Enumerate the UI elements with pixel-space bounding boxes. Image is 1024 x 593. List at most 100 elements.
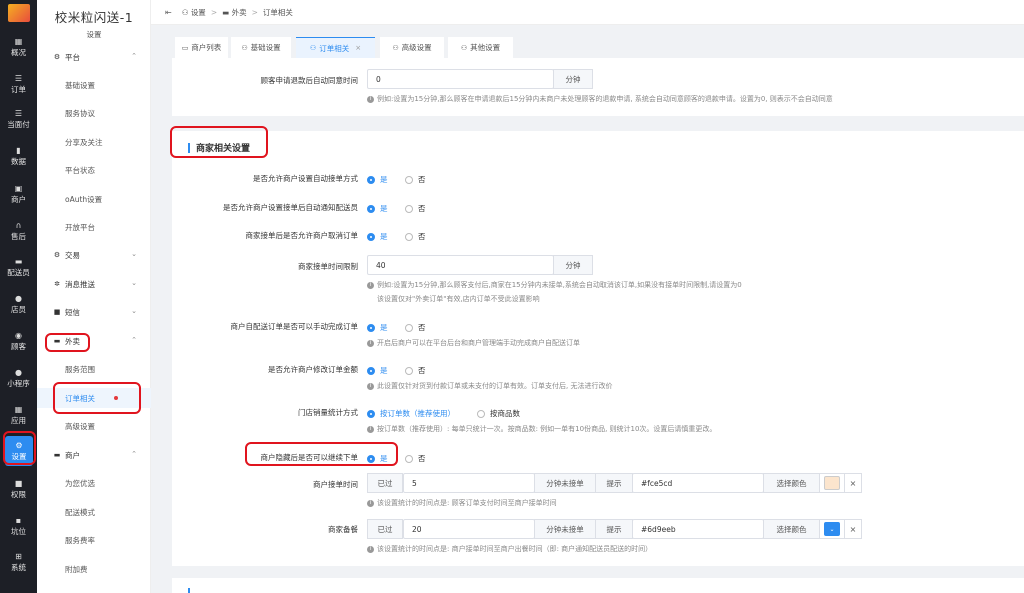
slot-icon: ▪ <box>15 515 22 525</box>
rail-item-permission[interactable]: ■ 权限 <box>0 474 37 504</box>
modify-amount-no-radio[interactable]: 否 <box>405 365 426 376</box>
rail-item-facepay[interactable]: ☰ 当面付 <box>0 104 37 134</box>
accept-time-input[interactable]: 5 <box>403 473 535 493</box>
sidebar-item-share-follow[interactable]: 分享及关注 <box>37 132 151 152</box>
sidebar-item-service-agreement[interactable]: 服务协议 <box>37 103 151 123</box>
accept-limit-label: 商家接单时间限制 <box>298 262 358 271</box>
refund-minutes-input[interactable]: 0 <box>367 69 554 89</box>
notify-courier-no-radio[interactable]: 否 <box>405 203 426 214</box>
store-icon: ▬ <box>53 451 61 459</box>
prep-meal-color-input[interactable]: #6d9eeb <box>632 519 764 539</box>
refund-hint: i 例如:设置为15分钟,那么顾客在申请退款后15分钟内未商户未处理顾客的退款申请… <box>367 94 833 104</box>
sidebar-section-trade[interactable]: ⚙ 交易 ⌄ <box>37 245 151 265</box>
user-icon: ⚇ <box>460 43 468 52</box>
radio-icon <box>405 366 413 375</box>
sidebar-section-push[interactable]: ✲ 消息推送 ⌄ <box>37 274 151 294</box>
sidebar-item-surcharge[interactable]: 附加费 <box>37 559 151 579</box>
chat-icon: ● <box>15 367 22 377</box>
radio-icon <box>405 175 413 184</box>
self-delivery-hint: i 开启后商户可以在平台后台和商户管理端手动完成商户自配送订单 <box>367 338 580 348</box>
sidebar-item-advanced[interactable]: 高级设置 <box>37 416 151 436</box>
prep-meal-prefix: 已过 <box>367 519 403 539</box>
breadcrumb-item-order-related: 订单相关 <box>262 7 293 17</box>
sidebar-item-service-rate[interactable]: 服务费率 <box>37 530 151 550</box>
tab-bar: ▭ 商户列表 ⚇ 基础设置 ⚇ 订单相关 × ⚇ 高级设置 ⚇ 其他设置 <box>151 25 1024 58</box>
close-icon[interactable]: × <box>355 44 361 52</box>
sms-icon: ■ <box>53 308 61 316</box>
tab-merchant-list[interactable]: ▭ 商户列表 <box>175 37 228 58</box>
tab-order-related[interactable]: ⚇ 订单相关 × <box>296 37 375 58</box>
tab-other-settings[interactable]: ⚇ 其他设置 <box>448 37 513 58</box>
rail-item-system[interactable]: ⊞ 系统 <box>0 547 37 577</box>
push-icon: ✲ <box>54 280 60 288</box>
sidebar-item-oauth[interactable]: oAuth设置 <box>37 189 151 209</box>
menu-collapse-icon[interactable]: ⇤ <box>165 8 172 17</box>
sidebar-item-open-platform[interactable]: 开放平台 <box>37 217 151 237</box>
sidebar: 校米粒闪送-1 设置 ⚙ 平台 ⌃ 基础设置 服务协议 分享及关注 平台状态 oAu… <box>37 0 151 593</box>
apps-icon: ▦ <box>14 404 23 414</box>
sidebar-section-sms[interactable]: ■ 短信 ⌄ <box>37 302 151 322</box>
user-icon: ⚇ <box>309 44 317 52</box>
breadcrumb-item-waimai[interactable]: 外卖 <box>232 8 247 17</box>
accept-time-hint: i 该设置统计的时间点是: 顾客订单支付时间至商户接单时间 <box>367 498 557 508</box>
accept-time-tip-label: 提示 <box>595 473 633 493</box>
radio-checked-icon <box>367 232 375 241</box>
info-icon: i <box>367 545 374 553</box>
tab-basic-settings[interactable]: ⚇ 基础设置 <box>231 37 291 58</box>
auto-accept-no-radio[interactable]: 否 <box>405 174 426 185</box>
sidebar-item-basic-settings[interactable]: 基础设置 <box>37 75 151 95</box>
notify-courier-label: 是否允许商户设置接单后自动通知配送员 <box>223 203 358 212</box>
windows-icon: ⊞ <box>15 551 22 561</box>
gear-icon: ⚙ <box>53 53 61 61</box>
list-icon: ☰ <box>14 73 23 83</box>
modify-amount-yes-radio[interactable]: 是 <box>367 365 388 376</box>
accept-limit-input[interactable]: 40 <box>367 255 554 275</box>
rail-item-merchant[interactable]: ▣ 商户 <box>0 179 37 209</box>
rail-item-staff[interactable]: ● 店员 <box>0 289 37 319</box>
radio-icon <box>405 323 413 332</box>
accept-time-clear-button[interactable]: × <box>844 473 862 493</box>
sidebar-section-platform[interactable]: ⚙ 平台 ⌃ <box>37 47 151 67</box>
dashboard-icon: ▦ <box>14 36 23 46</box>
radio-checked-icon <box>367 323 375 332</box>
rail-item-aftersale[interactable]: ∩ 售后 <box>0 216 37 246</box>
sidebar-item-service-range[interactable]: 服务范围 <box>37 359 151 379</box>
rail-item-data[interactable]: ▮ 数据 <box>0 141 37 171</box>
sidebar-item-delivery-mode[interactable]: 配送模式 <box>37 502 151 522</box>
rail-item-overview[interactable]: ▦ 概况 <box>0 32 37 62</box>
merchant-settings-card: 商家相关设置 是否允许商户设置自动接单方式 是 否 是否允许商户设置接单后自动通… <box>172 131 1024 566</box>
sidebar-section-merchant[interactable]: ▬ 商户 ⌃ <box>37 445 151 465</box>
tab-advanced-settings[interactable]: ⚇ 高级设置 <box>380 37 444 58</box>
auto-accept-yes-radio[interactable]: 是 <box>367 174 388 185</box>
hidden-order-no-radio[interactable]: 否 <box>405 453 426 464</box>
prep-meal-swatch-box[interactable]: ⌄ <box>819 519 845 539</box>
prep-meal-pick-color[interactable]: 选择颜色 <box>763 519 820 539</box>
self-delivery-no-radio[interactable]: 否 <box>405 322 426 333</box>
accept-time-pick-color[interactable]: 选择颜色 <box>763 473 820 493</box>
sales-count-by-item-radio[interactable]: 按商品数 <box>477 408 520 419</box>
self-delivery-yes-radio[interactable]: 是 <box>367 322 388 333</box>
sales-count-by-order-radio[interactable]: 按订单数（推荐使用） <box>367 408 455 419</box>
rail-item-orders[interactable]: ☰ 订单 <box>0 69 37 99</box>
prep-meal-input[interactable]: 20 <box>403 519 535 539</box>
sidebar-subtitle: 设置 <box>86 30 102 39</box>
breadcrumb-item-settings[interactable]: 设置 <box>191 8 206 17</box>
app-logo <box>0 0 37 25</box>
rail-item-courier[interactable]: ▬ 配送员 <box>0 252 37 282</box>
cancel-order-no-radio[interactable]: 否 <box>405 231 426 242</box>
notify-courier-yes-radio[interactable]: 是 <box>367 203 388 214</box>
cancel-order-yes-radio[interactable]: 是 <box>367 231 388 242</box>
rail-item-miniapp[interactable]: ● 小程序 <box>0 363 37 393</box>
rail-item-apps[interactable]: ▦ 应用 <box>0 400 37 430</box>
accept-time-color-input[interactable]: #fce5cd <box>632 473 764 493</box>
sidebar-item-preferred[interactable]: 为您优选 <box>37 473 151 493</box>
accept-time-swatch-box[interactable] <box>819 473 845 493</box>
prep-meal-label: 商家备餐 <box>328 525 358 534</box>
sidebar-item-platform-status[interactable]: 平台状态 <box>37 160 151 180</box>
rail-item-customer[interactable]: ◉ 顾客 <box>0 326 37 356</box>
info-icon: i <box>367 382 374 390</box>
customer-icon: ◉ <box>15 330 22 340</box>
chevron-down-icon: ⌄ <box>131 279 137 287</box>
prep-meal-clear-button[interactable]: × <box>844 519 862 539</box>
rail-item-slot[interactable]: ▪ 坑位 <box>0 511 37 541</box>
